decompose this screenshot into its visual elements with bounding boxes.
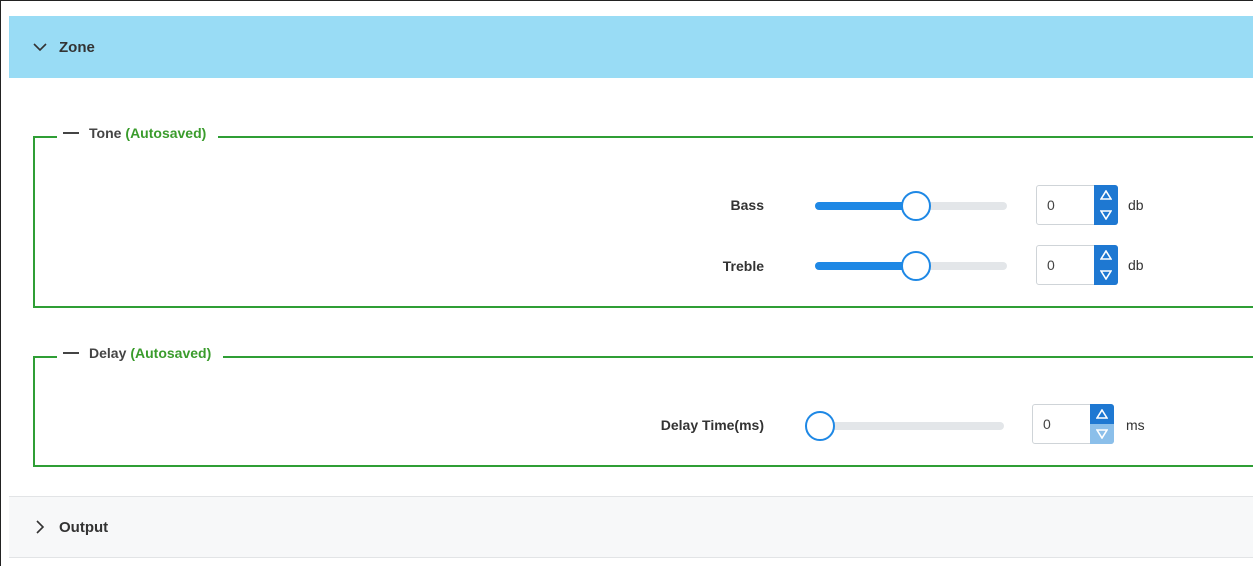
bass-slider-thumb[interactable] [901,191,931,221]
triangle-down-icon [1096,429,1108,439]
delay-time-slider-thumb[interactable] [805,411,835,441]
bass-slider[interactable] [815,191,1007,221]
delay-autosaved-status: (Autosaved) [130,345,212,361]
delay-time-value: 0 [1043,416,1051,432]
bass-spinbox[interactable]: 0 [1036,185,1118,225]
collapse-dash-icon[interactable] [63,132,79,134]
delay-legend: Delay (Autosaved) [57,345,224,361]
triangle-up-icon [1100,250,1112,260]
section-divider [9,557,1253,558]
triangle-up-icon [1100,190,1112,200]
collapse-dash-icon[interactable] [63,352,79,354]
triangle-down-icon [1100,270,1112,280]
tone-autosaved-status: (Autosaved) [125,125,207,141]
delay-time-slider[interactable] [805,411,1004,441]
delay-time-increment-button[interactable] [1090,404,1114,424]
zone-title: Zone [59,38,95,56]
bass-value: 0 [1047,197,1055,213]
treble-value: 0 [1047,257,1055,273]
output-title: Output [59,518,109,536]
chevron-down-icon [33,43,47,52]
bass-unit: db [1128,197,1144,213]
delay-time-spinbox[interactable]: 0 [1032,404,1114,444]
triangle-down-icon [1100,210,1112,220]
chevron-right-icon [36,520,45,534]
output-accordion-header[interactable]: Output [9,497,1253,557]
tone-legend-title: Tone [89,125,122,141]
treble-unit: db [1128,257,1144,273]
bass-label: Bass [730,197,764,213]
treble-spinbox[interactable]: 0 [1036,245,1118,285]
treble-increment-button[interactable] [1094,245,1118,265]
delay-legend-title: Delay [89,345,127,361]
treble-label: Treble [722,258,764,274]
treble-decrement-button[interactable] [1094,265,1118,285]
triangle-up-icon [1096,409,1108,419]
treble-slider[interactable] [815,251,1007,281]
treble-slider-thumb[interactable] [901,251,931,281]
tone-legend: Tone (Autosaved) [57,125,219,141]
zone-accordion-header[interactable]: Zone [9,16,1253,78]
bass-increment-button[interactable] [1094,185,1118,205]
bass-decrement-button[interactable] [1094,205,1118,225]
delay-time-label: Delay Time(ms) [660,417,764,433]
delay-time-decrement-button[interactable] [1090,424,1114,444]
delay-time-unit: ms [1126,417,1145,433]
